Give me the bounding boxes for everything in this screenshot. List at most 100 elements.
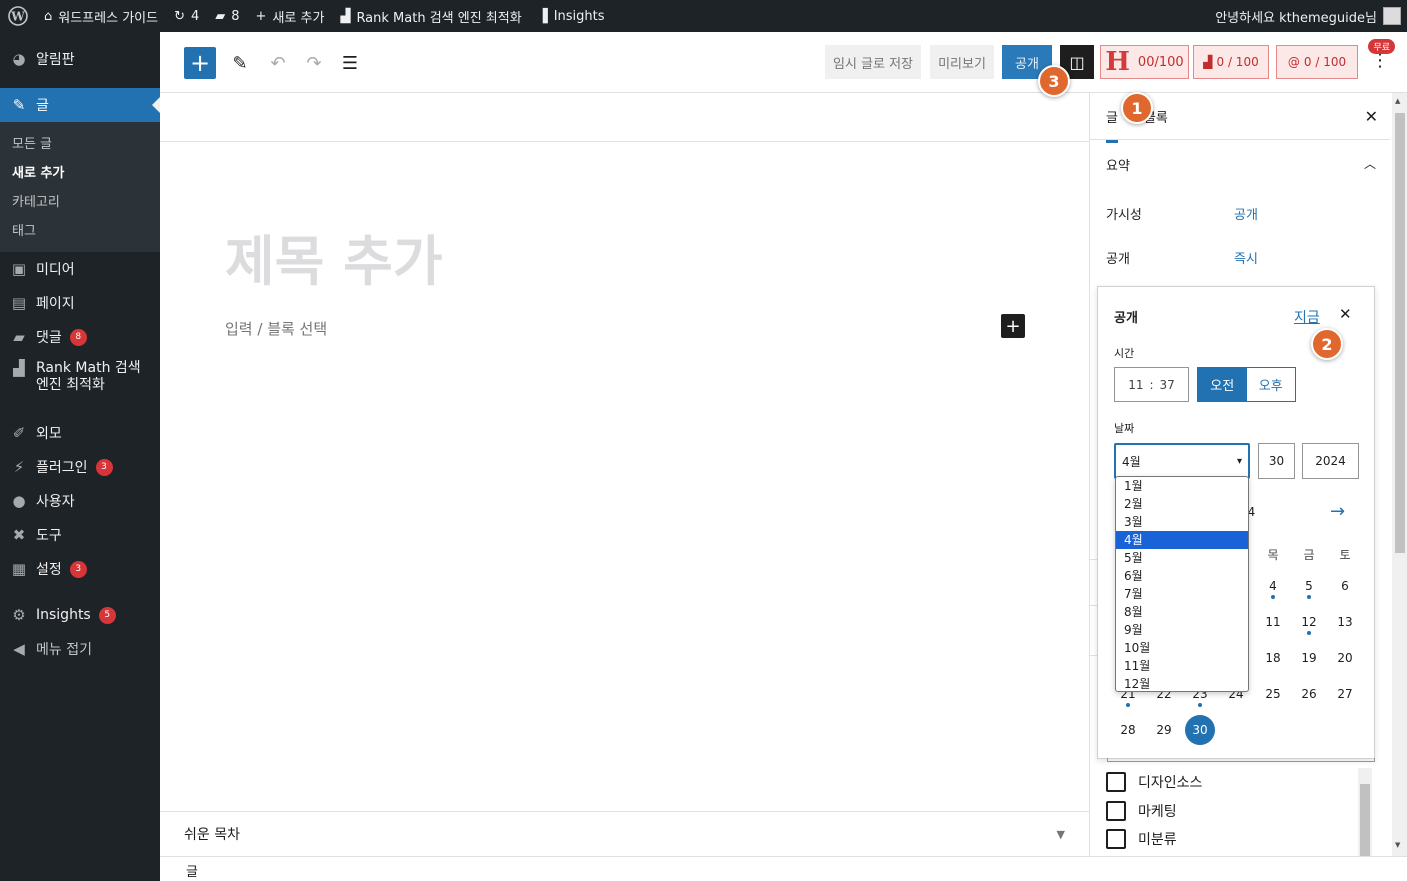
- checkbox[interactable]: [1106, 801, 1126, 821]
- site-name-menu[interactable]: ⌂ 워드프레스 가이드: [36, 0, 166, 32]
- calendar-day[interactable]: 18: [1258, 643, 1288, 673]
- close-icon[interactable]: ✕: [1365, 107, 1378, 126]
- month-option[interactable]: 11월: [1116, 657, 1248, 675]
- month-selected-value: 4월: [1122, 454, 1141, 469]
- categories-scroll-thumb[interactable]: [1360, 784, 1370, 856]
- month-option[interactable]: 4월: [1116, 531, 1248, 549]
- day-input[interactable]: 30: [1258, 443, 1295, 479]
- submenu-all-posts[interactable]: 모든 글: [0, 128, 160, 157]
- summary-panel-header[interactable]: 요약 ︿: [1106, 155, 1376, 174]
- month-option[interactable]: 6월: [1116, 567, 1248, 585]
- admin-sidebar: ◕ 알림판 ✎ 글 모든 글 새로 추가 카테고리 태그 ▣ 미디어 ▤ 페이지…: [0, 32, 160, 881]
- hour-input[interactable]: 11: [1128, 378, 1143, 392]
- month-option[interactable]: 5월: [1116, 549, 1248, 567]
- calendar-day[interactable]: 20: [1330, 643, 1360, 673]
- category-item[interactable]: 디자인소스: [1106, 772, 1202, 792]
- sidebar-item-tools[interactable]: ✖ 도구: [0, 518, 160, 552]
- am-button[interactable]: 오전: [1198, 368, 1247, 401]
- sidebar-item-media[interactable]: ▣ 미디어: [0, 252, 160, 286]
- sidebar-item-users[interactable]: ● 사용자: [0, 484, 160, 518]
- site-name: 워드프레스 가이드: [58, 10, 159, 26]
- sidebar-item-rankmath[interactable]: ▟ Rank Math 검색 엔진 최적화: [0, 354, 160, 400]
- calendar-day[interactable]: 5: [1294, 571, 1324, 601]
- minute-input[interactable]: 37: [1160, 378, 1175, 392]
- sidebar-item-insights[interactable]: ⚙ Insights 5: [0, 598, 160, 632]
- category-item[interactable]: 미분류: [1106, 829, 1177, 849]
- time-input[interactable]: 11 : 37: [1114, 367, 1189, 402]
- add-block-icon[interactable]: +: [1001, 314, 1025, 338]
- categories-scrollbar[interactable]: [1358, 768, 1372, 856]
- new-content-menu[interactable]: + 새로 추가: [248, 0, 333, 32]
- category-item[interactable]: 마케팅: [1106, 801, 1177, 821]
- calendar-day[interactable]: 25: [1258, 679, 1288, 709]
- toc-metabox[interactable]: 쉬운 목차 ▼: [160, 811, 1089, 856]
- calendar-day[interactable]: 19: [1294, 643, 1324, 673]
- submenu-categories[interactable]: 카테고리: [0, 186, 160, 215]
- insights-menu[interactable]: ▐ Insights: [530, 0, 613, 32]
- breadcrumb[interactable]: 글: [186, 865, 198, 880]
- sidebar-item-dashboard[interactable]: ◕ 알림판: [0, 42, 160, 76]
- arrow-right-icon[interactable]: →: [1330, 501, 1345, 522]
- save-draft-button[interactable]: 임시 글로 저장: [825, 45, 921, 79]
- month-select[interactable]: 4월 ▾: [1114, 443, 1250, 479]
- close-icon[interactable]: ✕: [1339, 305, 1352, 323]
- calendar-day[interactable]: 4: [1258, 571, 1288, 601]
- calendar-day[interactable]: 11: [1258, 607, 1288, 637]
- now-button[interactable]: 지금: [1294, 307, 1320, 327]
- submenu-add-new[interactable]: 새로 추가: [0, 157, 160, 186]
- calendar-day[interactable]: 27: [1330, 679, 1360, 709]
- calendar-day[interactable]: 30: [1185, 715, 1215, 745]
- month-option[interactable]: 1월: [1116, 477, 1248, 495]
- month-option[interactable]: 7월: [1116, 585, 1248, 603]
- content-ai-score-button[interactable]: @ 0 / 100: [1276, 45, 1358, 79]
- triangle-down-icon[interactable]: ▼: [1057, 828, 1065, 841]
- post-title-input[interactable]: 제목 추가: [225, 217, 443, 296]
- month-option[interactable]: 9월: [1116, 621, 1248, 639]
- sidebar-collapse[interactable]: ◀ 메뉴 접기: [0, 632, 160, 666]
- h-score-button[interactable]: H 00/100: [1100, 45, 1189, 79]
- month-option[interactable]: 8월: [1116, 603, 1248, 621]
- undo-icon[interactable]: ↶: [262, 47, 294, 79]
- publish-date-toggle[interactable]: 즉시: [1234, 248, 1258, 267]
- month-option[interactable]: 12월: [1116, 675, 1248, 693]
- checkbox[interactable]: [1106, 829, 1126, 849]
- block-inserter-button[interactable]: +: [184, 47, 216, 79]
- pm-button[interactable]: 오후: [1247, 368, 1296, 401]
- sidebar-item-appearance[interactable]: ✐ 외모: [0, 416, 160, 450]
- sidebar-item-pages[interactable]: ▤ 페이지: [0, 286, 160, 320]
- year-input[interactable]: 2024: [1302, 443, 1359, 479]
- scroll-up-arrow-icon[interactable]: ▲: [1395, 97, 1400, 105]
- calendar-day[interactable]: 26: [1294, 679, 1324, 709]
- block-placeholder[interactable]: 입력 / 블록 선택: [225, 318, 327, 339]
- comments-menu[interactable]: ▰ 8: [207, 0, 247, 32]
- rankmath-menu[interactable]: ▟ Rank Math 검색 엔진 최적화: [332, 0, 529, 32]
- preview-button[interactable]: 미리보기: [930, 45, 994, 79]
- checkbox[interactable]: [1106, 772, 1126, 792]
- sidebar-item-settings[interactable]: ▦ 설정 3: [0, 552, 160, 586]
- sidebar-item-plugins[interactable]: ⚡ 플러그인 3: [0, 450, 160, 484]
- account-menu[interactable]: 안녕하세요 kthemeguide님: [1207, 0, 1407, 32]
- comment-icon: ▰: [13, 328, 25, 346]
- calendar-day[interactable]: 12: [1294, 607, 1324, 637]
- month-option[interactable]: 2월: [1116, 495, 1248, 513]
- sidebar-item-comments[interactable]: ▰ 댓글 8: [0, 320, 160, 354]
- more-options-icon[interactable]: ⋮: [1371, 52, 1389, 70]
- redo-icon[interactable]: ↷: [298, 47, 330, 79]
- sidebar-scroll-thumb[interactable]: [1395, 113, 1405, 553]
- scroll-down-arrow-icon[interactable]: ▼: [1395, 841, 1400, 849]
- updates-menu[interactable]: ↻ 4: [166, 0, 207, 32]
- document-outline-icon[interactable]: ☰: [334, 47, 366, 79]
- wp-logo-menu[interactable]: W: [0, 0, 36, 32]
- sidebar-item-posts[interactable]: ✎ 글: [0, 88, 160, 122]
- month-option[interactable]: 10월: [1116, 639, 1248, 657]
- visibility-toggle[interactable]: 공개: [1234, 204, 1258, 223]
- month-option[interactable]: 3월: [1116, 513, 1248, 531]
- calendar-day[interactable]: 6: [1330, 571, 1360, 601]
- calendar-day[interactable]: 29: [1149, 715, 1179, 745]
- calendar-day[interactable]: 28: [1113, 715, 1143, 745]
- calendar-day[interactable]: 13: [1330, 607, 1360, 637]
- edit-tool-icon[interactable]: ✎: [224, 47, 256, 79]
- submenu-tags[interactable]: 태그: [0, 215, 160, 244]
- tab-post[interactable]: 글: [1106, 107, 1118, 143]
- rankmath-score-button[interactable]: ▟ 0 / 100: [1193, 45, 1269, 79]
